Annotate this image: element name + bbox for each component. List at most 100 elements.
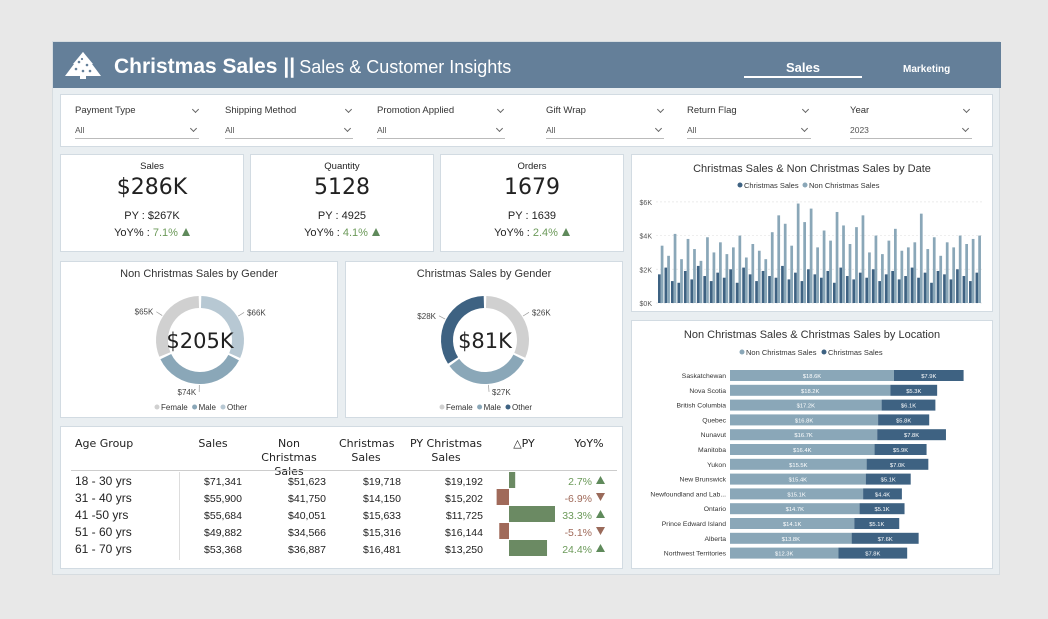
filter-value[interactable]: 2023	[850, 125, 972, 139]
bar-christmas	[683, 270, 687, 303]
donut-legend: Female Male Other	[439, 403, 532, 412]
bar-christmas	[774, 277, 778, 303]
trend-down-icon	[596, 493, 605, 501]
bar-christmas	[813, 274, 817, 303]
category-label: Newfoundland and Lab...	[650, 491, 726, 498]
kpi-yoy: YoY% : 7.1%	[61, 227, 243, 239]
trend-up-icon	[561, 228, 570, 236]
cell-non-christmas: $41,750	[288, 493, 326, 505]
filter-value[interactable]: All	[687, 125, 811, 139]
kpi-value: 1679	[504, 175, 560, 200]
filter-payment-type[interactable]: Payment Type All	[75, 105, 200, 139]
chart-sales-by-location: Non Christmas Sales & Christmas Sales by…	[631, 320, 993, 569]
legend-label: Other	[512, 403, 532, 412]
cell-christmas: $16,481	[363, 544, 401, 556]
bar-non-christmas	[744, 257, 748, 303]
cell-py-christmas: $15,202	[445, 493, 483, 505]
donut-data-label: $74K	[178, 388, 197, 397]
bar-non-christmas	[881, 254, 884, 303]
cell-yoy: 24.4%	[562, 544, 592, 556]
trend-down-icon	[596, 527, 605, 535]
tab-marketing[interactable]: Marketing	[903, 64, 950, 75]
bar-data-label: $7.8K	[904, 433, 919, 439]
bar-non-christmas	[751, 244, 755, 303]
kpi-card-orders: Orders 1679 PY : 1639 YoY% : 2.4%	[440, 154, 624, 252]
chart-legend: Christmas Sales Non Christmas Sales	[737, 181, 880, 190]
bar-data-label: $7.6K	[878, 537, 893, 543]
header-bar: Christmas Sales || Sales & Customer Insigh…	[53, 42, 1001, 88]
filter-value[interactable]: All	[225, 125, 353, 139]
legend-label: Non Christmas Sales	[809, 181, 880, 190]
filter-gift-wrap[interactable]: Gift Wrap All	[546, 105, 665, 139]
legend-dot	[505, 404, 511, 410]
bar-christmas	[865, 277, 869, 303]
bar-data-label: $4.4K	[875, 492, 890, 498]
label-leader	[522, 311, 530, 317]
bar-non-christmas	[712, 252, 716, 303]
bar-data-label: $13.8K	[782, 537, 801, 543]
legend-dot	[477, 404, 483, 410]
donut-slice-male	[160, 353, 239, 384]
filter-year[interactable]: Year 2023	[850, 105, 972, 139]
legend-dot	[192, 404, 198, 410]
bar-data-label: $12.3K	[775, 552, 794, 558]
bar-non-christmas	[770, 232, 774, 303]
table-row: 18 - 30 yrs $71,341 $51,623 $19,718 $19,192 2…	[75, 472, 605, 488]
bar-christmas	[696, 265, 700, 303]
bar-christmas	[845, 276, 849, 303]
cell-non-christmas: $51,623	[288, 476, 326, 488]
cell-sales: $49,882	[204, 527, 242, 539]
bar-data-label: $17.2K	[797, 404, 816, 410]
trend-up-icon	[181, 228, 190, 236]
bar-non-christmas	[874, 235, 878, 303]
bar-christmas	[787, 279, 791, 303]
legend-label: Female	[161, 403, 188, 412]
donut-chart: $66K $74K $65K $205K Female Male Other	[135, 296, 266, 412]
trend-up-icon	[371, 228, 380, 236]
bar-non-christmas	[958, 235, 962, 303]
bar-non-christmas	[738, 235, 742, 303]
bar-non-christmas	[829, 240, 832, 303]
bar-christmas	[910, 267, 914, 303]
bar-non-christmas	[680, 259, 683, 303]
y-tick-label: $2K	[640, 267, 653, 274]
table-row: 51 - 60 yrs $49,882 $34,566 $15,316 $16,144 -…	[75, 523, 605, 539]
bar-christmas	[755, 281, 758, 303]
filter-value[interactable]: All	[546, 125, 664, 139]
cell-py-christmas: $19,192	[445, 476, 483, 488]
filter-promotion-applied[interactable]: Promotion Applied All	[377, 105, 505, 139]
kpi-card-quantity: Quantity 5128 PY : 4925 YoY% : 4.1%	[250, 154, 434, 252]
filter-value[interactable]: All	[75, 125, 199, 139]
bar-non-christmas	[699, 260, 703, 303]
table-body: 18 - 30 yrs $71,341 $51,623 $19,718 $19,192 2…	[75, 472, 605, 556]
bar-christmas	[722, 277, 726, 303]
bar-non-christmas	[932, 237, 936, 303]
legend-label: Female	[446, 403, 473, 412]
filter-value[interactable]: All	[377, 125, 505, 139]
bar-christmas	[852, 279, 856, 303]
cell-age-group: 41 -50 yrs	[75, 508, 128, 522]
kpi-yoy: YoY% : 4.1%	[251, 227, 433, 239]
bar-non-christmas	[939, 255, 943, 303]
filter-shipping-method[interactable]: Shipping Method All	[225, 105, 353, 139]
delta-py-bar	[509, 472, 516, 488]
bar-non-christmas	[816, 247, 819, 303]
bar-non-christmas	[835, 211, 839, 303]
bar-data-label: $7.9K	[921, 374, 936, 380]
bar-non-christmas	[926, 249, 930, 303]
trend-up-icon	[596, 510, 605, 518]
bar-non-christmas	[978, 235, 981, 303]
legend-dot	[821, 349, 827, 355]
bar-non-christmas	[764, 259, 768, 303]
bar-data-label: $18.2K	[801, 389, 820, 395]
tab-sales[interactable]: Sales	[744, 60, 862, 75]
label-leader	[438, 315, 446, 320]
cell-yoy: -6.9%	[565, 493, 592, 505]
bar-christmas	[677, 282, 681, 303]
bar-christmas	[716, 272, 720, 303]
filter-return-flag[interactable]: Return Flag All	[687, 105, 811, 139]
bar-non-christmas	[971, 238, 975, 303]
donut-legend: Female Male Other	[154, 403, 247, 412]
y-tick-label: $6K	[640, 200, 653, 207]
bar-christmas	[956, 269, 959, 303]
